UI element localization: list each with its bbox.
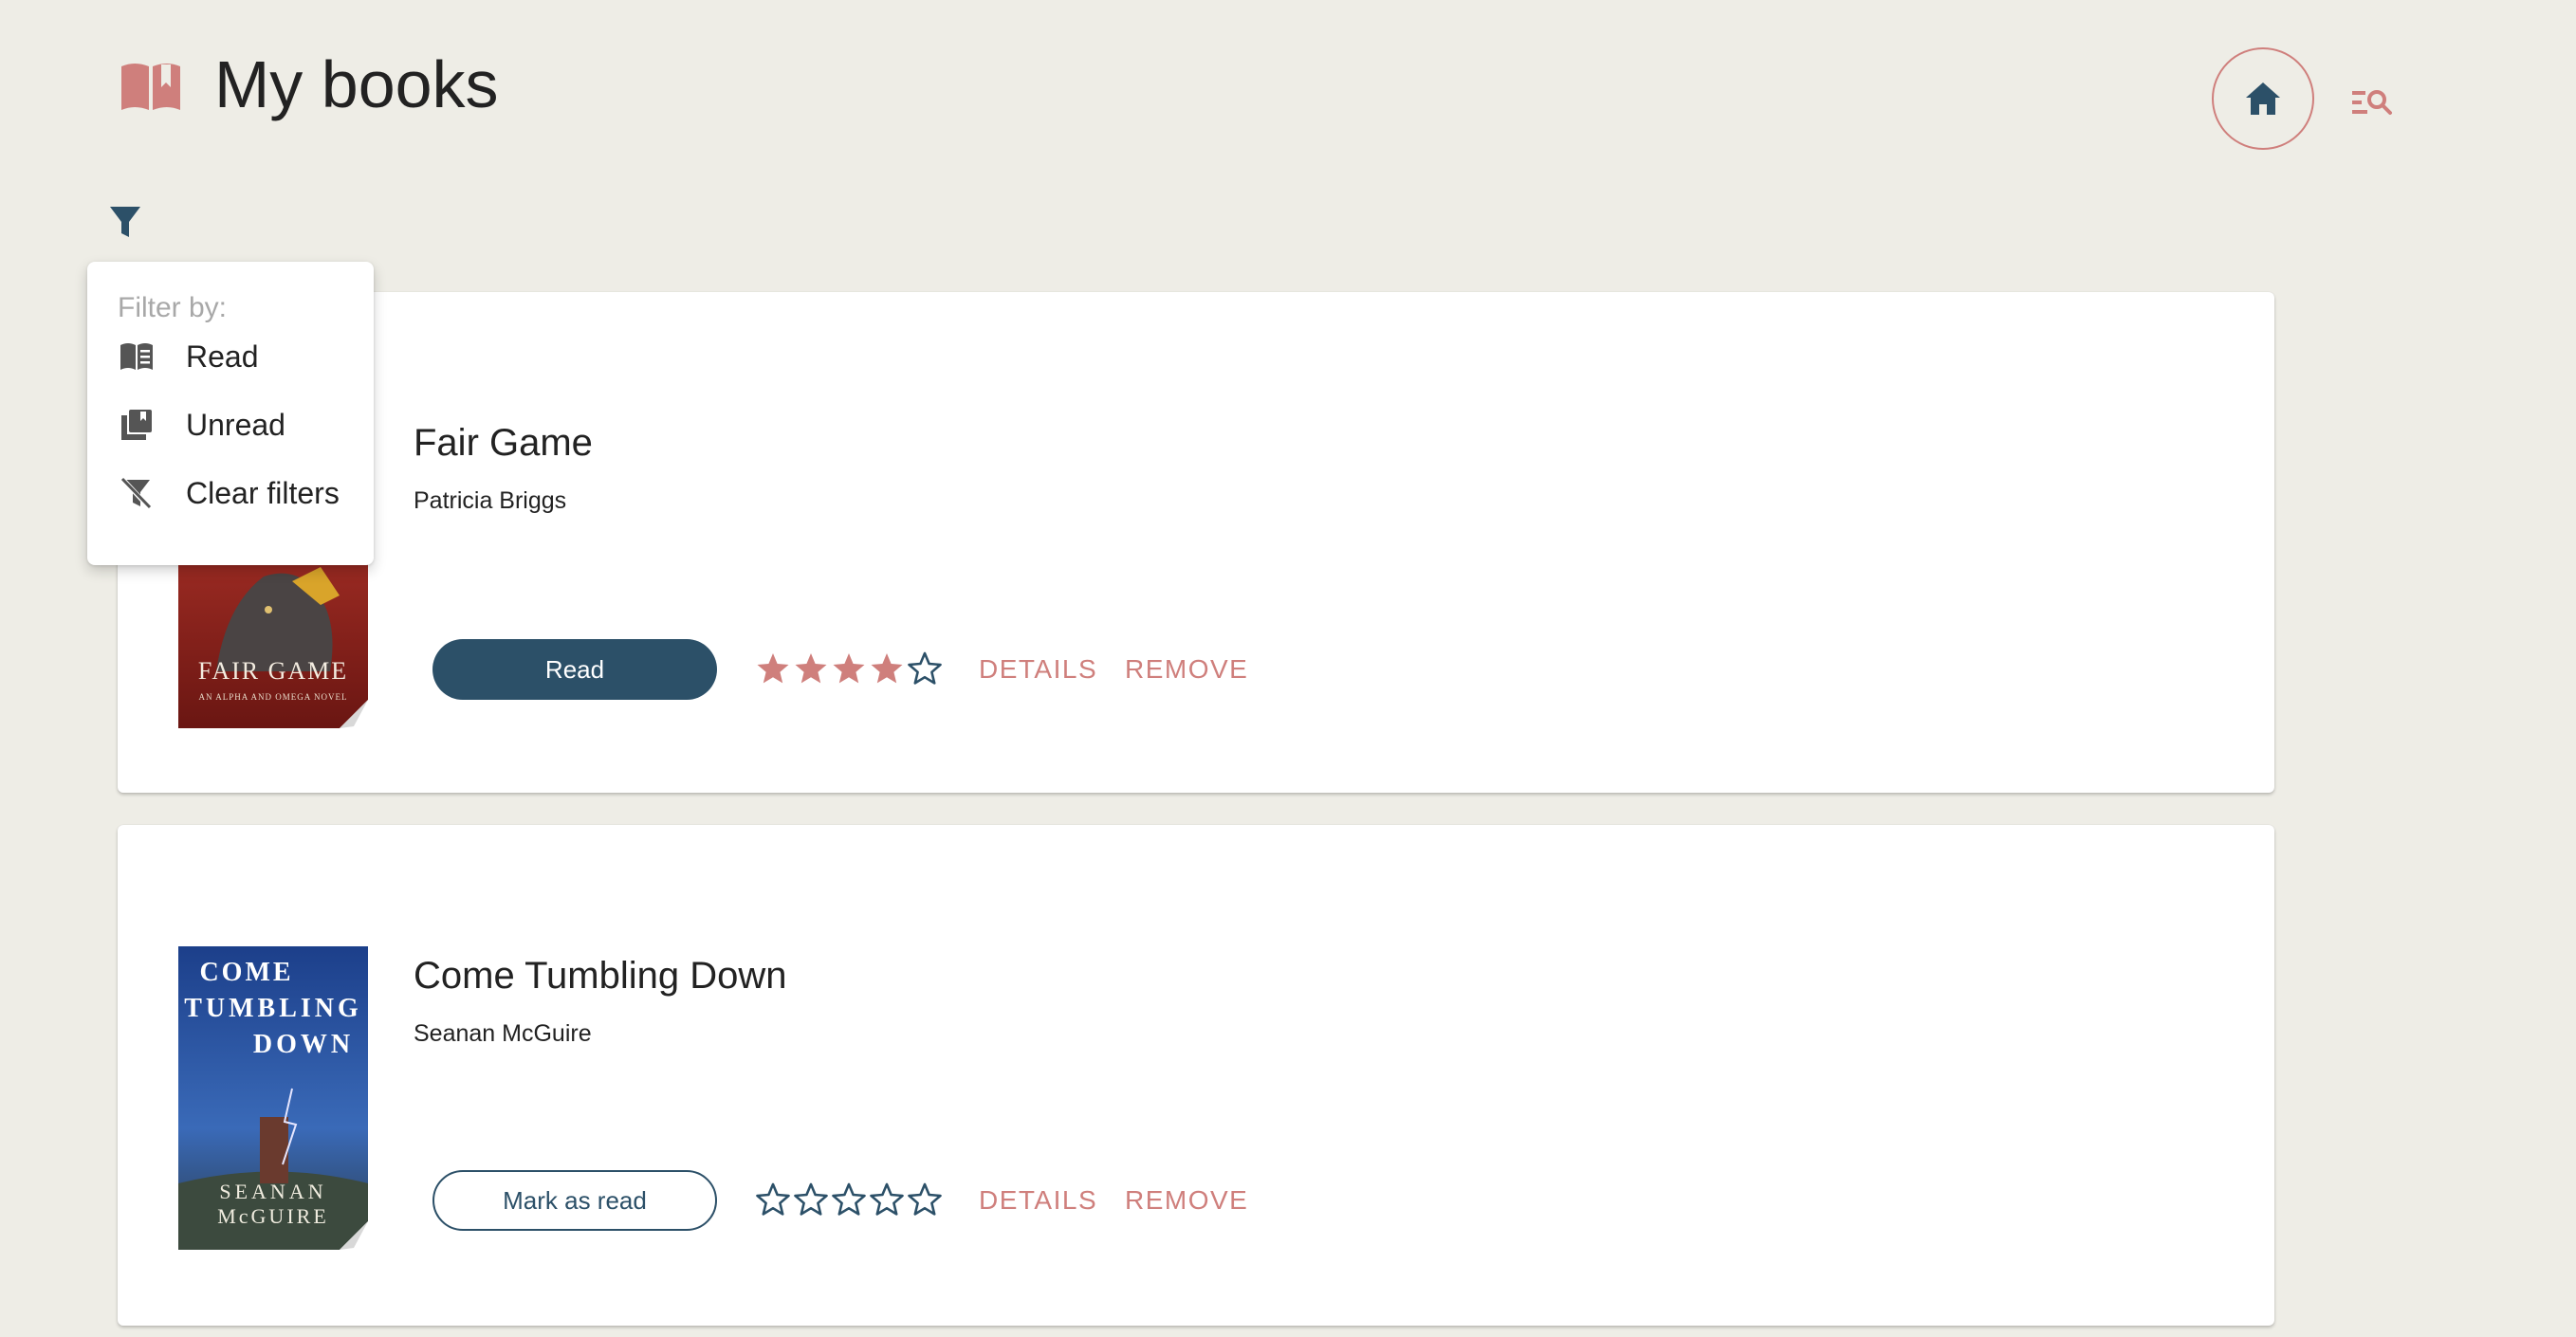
book-cover[interactable]: COME TUMBLING DOWN SEANAN McGUIRE bbox=[178, 946, 368, 1250]
svg-text:McGUIRE: McGUIRE bbox=[217, 1204, 329, 1228]
remove-button[interactable]: REMOVE bbox=[1125, 654, 1248, 685]
unread-books-icon bbox=[121, 410, 152, 440]
book-title[interactable]: Come Tumbling Down bbox=[414, 952, 787, 999]
star-filled-icon[interactable] bbox=[755, 650, 791, 687]
rating-stars bbox=[755, 650, 943, 687]
svg-text:SEANAN: SEANAN bbox=[219, 1180, 326, 1203]
star-outline-icon[interactable] bbox=[793, 1181, 829, 1218]
filter-icon[interactable] bbox=[108, 205, 142, 241]
filter-option-unread[interactable]: Unread bbox=[87, 391, 374, 459]
page-title: My books bbox=[214, 47, 499, 121]
read-book-icon bbox=[120, 343, 153, 370]
mark-as-read-button[interactable]: Mark as read bbox=[432, 1170, 717, 1231]
cover-image-come-tumbling-down: COME TUMBLING DOWN SEANAN McGUIRE bbox=[178, 946, 368, 1250]
star-filled-icon[interactable] bbox=[831, 650, 867, 687]
filter-option-label: Read bbox=[186, 339, 259, 374]
home-icon bbox=[2246, 82, 2280, 115]
home-button[interactable] bbox=[2212, 47, 2314, 150]
filter-option-label: Unread bbox=[186, 407, 285, 442]
book-card: COME TUMBLING DOWN SEANAN McGUIRE Come T… bbox=[118, 825, 2274, 1326]
star-filled-icon[interactable] bbox=[869, 650, 905, 687]
rating-stars bbox=[755, 1181, 943, 1218]
details-button[interactable]: DETAILS bbox=[979, 1185, 1097, 1216]
details-button[interactable]: DETAILS bbox=[979, 654, 1097, 685]
svg-text:AN ALPHA AND OMEGA NOVEL: AN ALPHA AND OMEGA NOVEL bbox=[198, 692, 347, 702]
book-card: FAIR GAME AN ALPHA AND OMEGA NOVEL Fair … bbox=[118, 292, 2274, 793]
remove-button[interactable]: REMOVE bbox=[1125, 1185, 1248, 1216]
filter-option-clear[interactable]: Clear filters bbox=[87, 459, 374, 527]
filter-menu-heading: Filter by: bbox=[118, 292, 228, 323]
star-outline-icon[interactable] bbox=[869, 1181, 905, 1218]
open-book-icon bbox=[121, 64, 180, 110]
read-status-button[interactable]: Read bbox=[432, 639, 717, 700]
filter-off-icon bbox=[120, 477, 152, 510]
star-outline-icon[interactable] bbox=[907, 1181, 943, 1218]
star-outline-icon[interactable] bbox=[755, 1181, 791, 1218]
book-title[interactable]: Fair Game bbox=[414, 419, 593, 467]
book-author: Patricia Briggs bbox=[414, 487, 567, 514]
list-search-icon[interactable] bbox=[2350, 83, 2394, 121]
book-author: Seanan McGuire bbox=[414, 1020, 592, 1047]
star-filled-icon[interactable] bbox=[793, 650, 829, 687]
filter-menu: Filter by: Read Unread Clear filters bbox=[87, 262, 374, 565]
svg-text:TUMBLING: TUMBLING bbox=[184, 994, 362, 1023]
filter-option-read[interactable]: Read bbox=[87, 322, 374, 391]
svg-text:FAIR GAME: FAIR GAME bbox=[198, 657, 348, 685]
star-outline-icon[interactable] bbox=[907, 650, 943, 687]
star-outline-icon[interactable] bbox=[831, 1181, 867, 1218]
svg-text:COME: COME bbox=[199, 958, 293, 987]
filter-option-label: Clear filters bbox=[186, 475, 340, 510]
svg-text:DOWN: DOWN bbox=[253, 1030, 354, 1059]
page: My books FAIR GAME AN ALPHA AND OMEGA NO… bbox=[0, 0, 2576, 1337]
